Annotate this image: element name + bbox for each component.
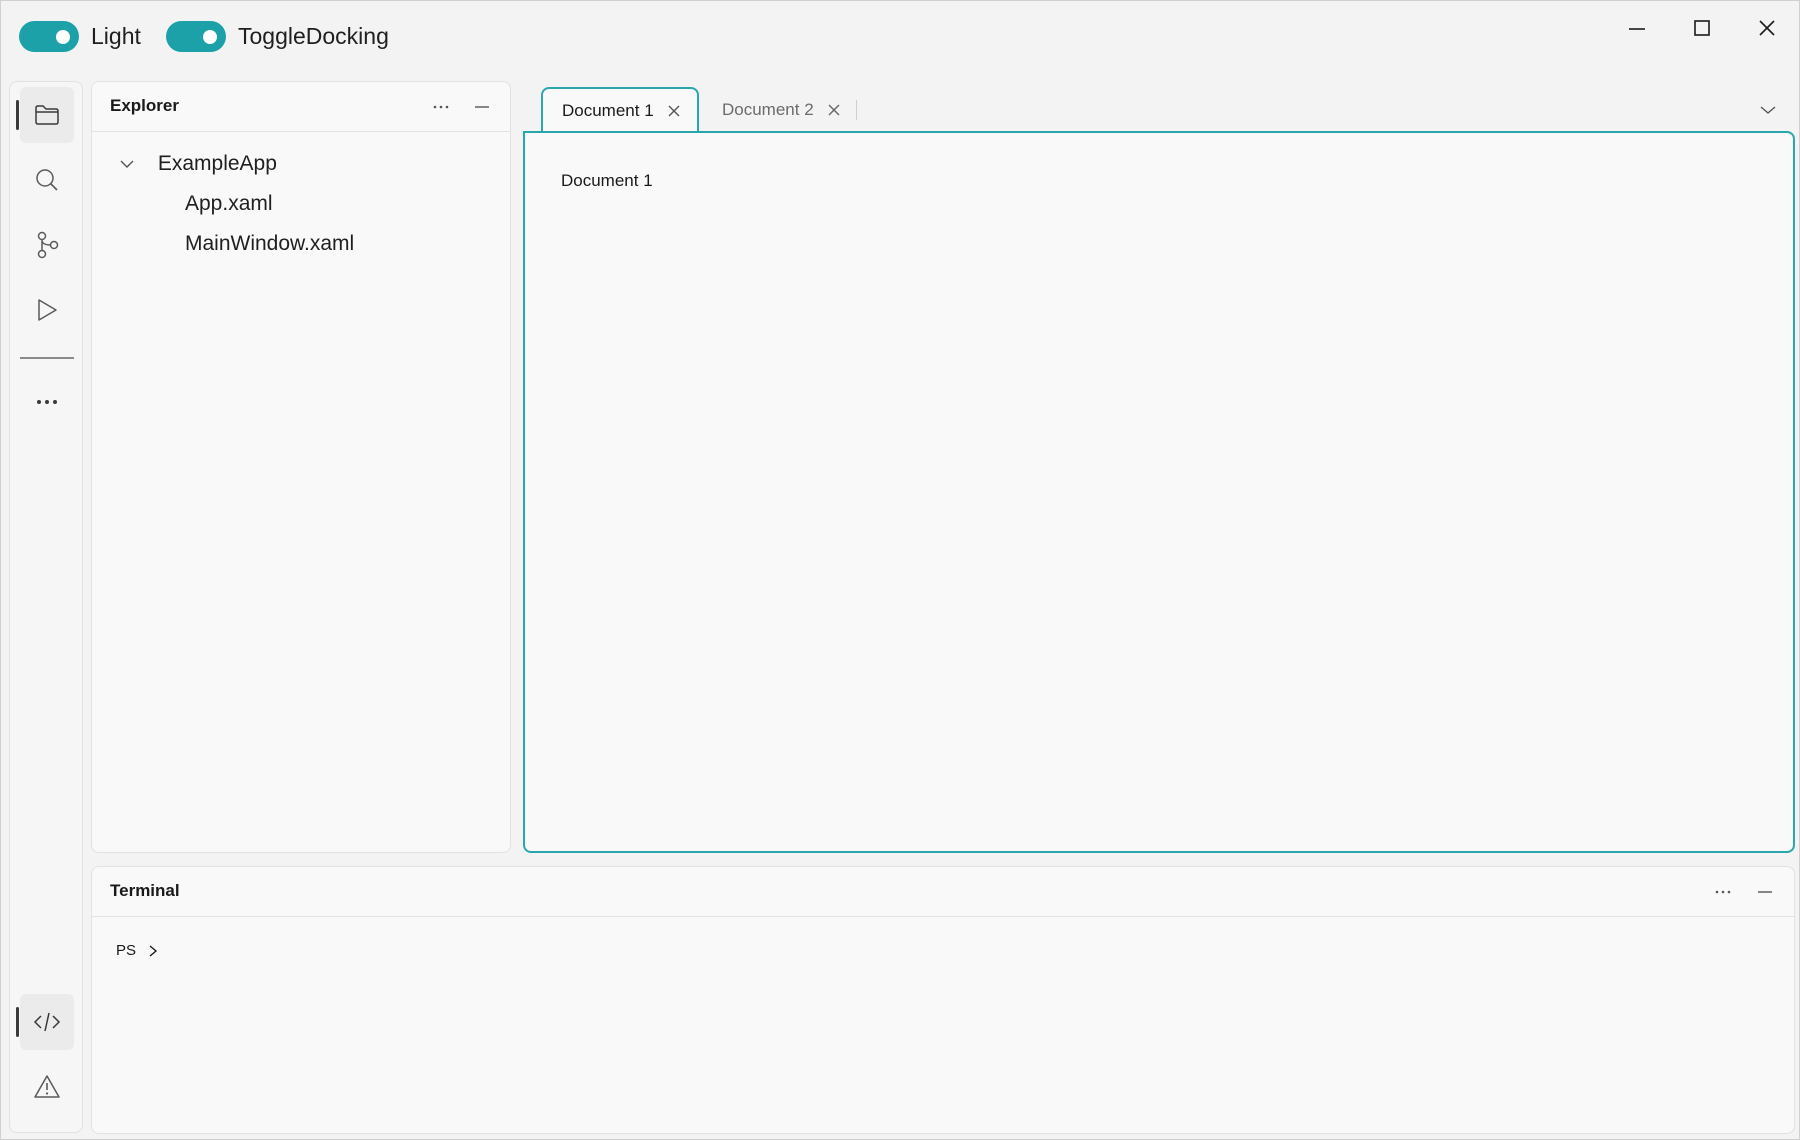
source-control-icon [37, 231, 59, 259]
terminal-activity-button[interactable] [20, 994, 74, 1050]
terminal-header: Terminal [92, 867, 1794, 917]
terminal-title: Terminal [110, 881, 180, 900]
tab-divider [855, 100, 857, 120]
tree-root-label: ExampleApp [157, 152, 277, 175]
search-activity-button[interactable] [20, 152, 74, 208]
run-activity-button[interactable] [20, 282, 74, 338]
minimize-button[interactable] [1607, 9, 1667, 47]
chevron-right-icon [149, 944, 158, 957]
tree-item-label: App.xaml [185, 192, 273, 215]
source-control-activity-button[interactable] [20, 217, 74, 273]
explorer-header: Explorer [92, 82, 510, 132]
chevron-down-icon [1760, 106, 1776, 114]
close-icon [1759, 20, 1775, 36]
active-indicator [16, 100, 19, 130]
docking-toggle-track[interactable] [166, 21, 226, 52]
more-activity-button[interactable] [20, 374, 74, 430]
tree-item-mainwindow-xaml[interactable]: MainWindow.xaml [185, 232, 354, 256]
warning-icon [34, 1075, 60, 1098]
document-content: Document 1 [561, 171, 653, 190]
tab-close-button[interactable] [824, 100, 844, 120]
terminal-prompt[interactable]: PS [116, 942, 158, 959]
document-area[interactable]: Document 1 [523, 131, 1795, 853]
close-icon [668, 105, 680, 117]
run-icon [38, 299, 57, 321]
explorer-panel: Explorer ExampleApp App.xaml MainWindow.… [91, 81, 511, 853]
maximize-icon [1694, 20, 1710, 36]
docking-toggle-label: ToggleDocking [238, 23, 389, 49]
tab-document-2[interactable]: Document 2 [701, 87, 861, 133]
title-bar: Light ToggleDocking [1, 1, 1799, 75]
close-icon [828, 104, 840, 116]
code-icon [33, 1012, 61, 1032]
terminal-prompt-label: PS [116, 942, 137, 959]
terminal-more-button[interactable] [1708, 879, 1738, 905]
explorer-minimize-button[interactable] [467, 94, 497, 120]
explorer-title: Explorer [110, 96, 179, 115]
light-toggle[interactable]: Light [19, 21, 141, 52]
docking-toggle[interactable]: ToggleDocking [166, 21, 389, 52]
tree-item-app-xaml[interactable]: App.xaml [185, 192, 273, 216]
more-icon [433, 105, 449, 109]
minimize-icon [475, 106, 489, 108]
problems-activity-button[interactable] [20, 1059, 74, 1115]
search-icon [36, 169, 58, 191]
tab-label: Document 1 [562, 101, 654, 120]
light-toggle-label: Light [91, 23, 141, 49]
maximize-button[interactable] [1672, 9, 1732, 47]
minimize-icon [1758, 891, 1772, 893]
tab-overflow-button[interactable] [1755, 99, 1781, 121]
docking-toggle-knob [203, 29, 217, 44]
activity-separator [20, 357, 74, 359]
close-window-button[interactable] [1737, 9, 1797, 47]
terminal-panel: Terminal PS [91, 866, 1795, 1134]
folder-icon [35, 105, 59, 125]
chevron-down-icon[interactable] [120, 159, 134, 169]
explorer-activity-button[interactable] [20, 87, 74, 143]
more-icon [1715, 890, 1731, 894]
explorer-more-button[interactable] [426, 94, 456, 120]
app-window: Light ToggleDocking Explorer ExampleApp … [0, 0, 1800, 1140]
more-icon [37, 400, 57, 404]
tab-close-button[interactable] [664, 101, 684, 121]
tab-label: Document 2 [722, 100, 814, 119]
light-toggle-track[interactable] [19, 21, 79, 52]
activity-bar [9, 81, 83, 1133]
tree-root-item[interactable]: ExampleApp [120, 152, 277, 176]
tree-item-label: MainWindow.xaml [185, 232, 355, 255]
tab-document-1[interactable]: Document 1 [541, 87, 699, 133]
terminal-minimize-button[interactable] [1750, 879, 1780, 905]
light-toggle-knob [56, 29, 70, 44]
active-indicator-bottom [16, 1007, 19, 1037]
minimize-icon [1629, 28, 1645, 30]
